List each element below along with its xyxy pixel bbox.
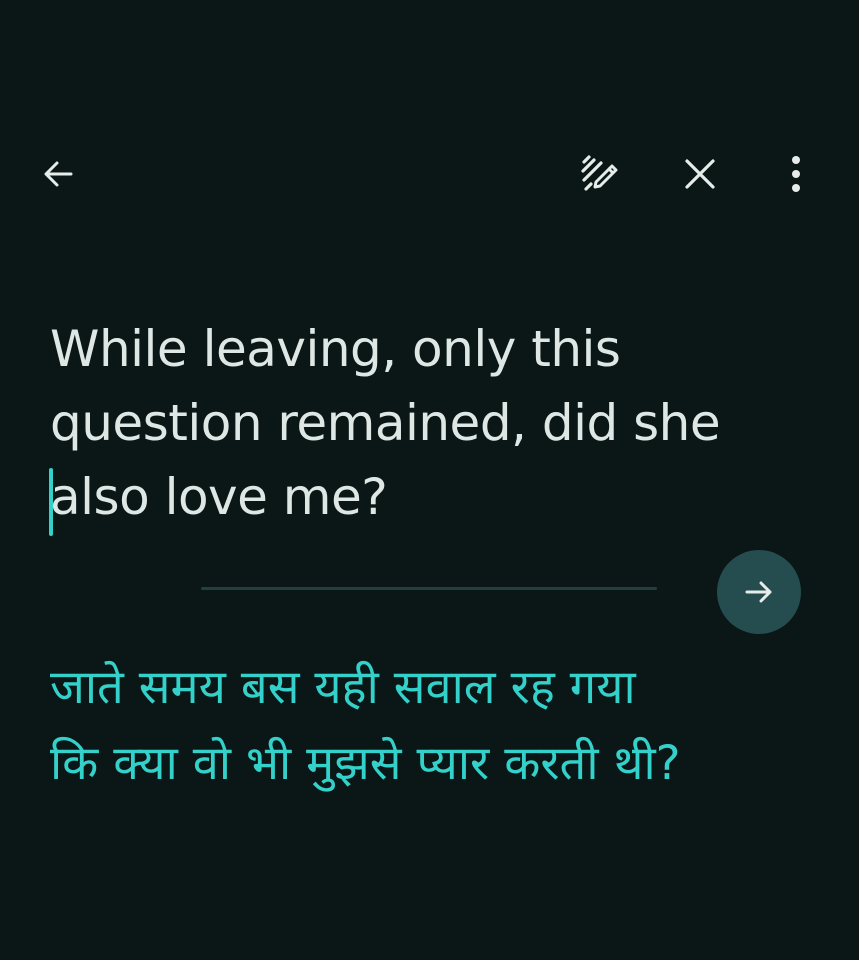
text-cursor: [49, 468, 53, 536]
translation-line-2: कि क्या वो भी मुझसे प्यार करती थी?: [50, 736, 681, 791]
translate-screen: While leaving, only this question remain…: [0, 0, 859, 960]
source-line-2: question remained, did she: [50, 394, 721, 452]
handwriting-button[interactable]: [570, 146, 626, 202]
close-icon: [685, 159, 715, 189]
source-text-input[interactable]: While leaving, only this question remain…: [50, 312, 810, 534]
source-line-1: While leaving, only this: [50, 320, 621, 378]
handwriting-pen-icon: [581, 155, 618, 191]
source-line-3: also love me?: [50, 468, 388, 526]
close-button[interactable]: [672, 146, 728, 202]
back-button[interactable]: [30, 146, 86, 202]
divider: [201, 587, 657, 590]
more-vertical-icon: [792, 156, 800, 192]
translate-button[interactable]: [717, 550, 801, 634]
translation-text: जाते समय बस यही सवाल रह गया कि क्या वो भ…: [50, 650, 840, 802]
arrow-right-icon: [745, 581, 772, 603]
arrow-left-icon: [44, 161, 73, 187]
translation-line-1: जाते समय बस यही सवाल रह गया: [50, 660, 636, 715]
more-options-button[interactable]: [770, 146, 822, 202]
